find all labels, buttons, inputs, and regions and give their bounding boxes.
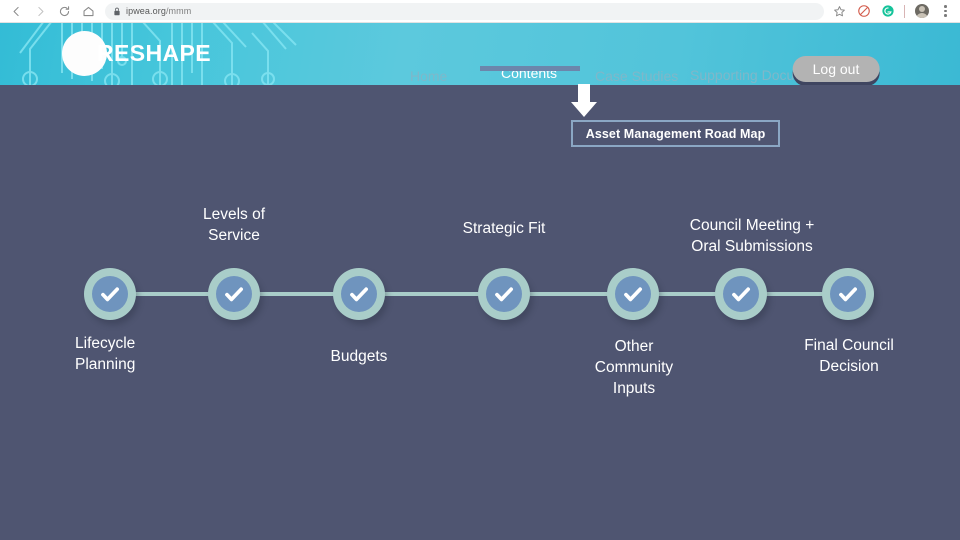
asset-management-roadmap: Lifecycle Planning Levels of Service Bud…	[0, 23, 960, 478]
forward-icon[interactable]	[29, 0, 51, 22]
check-icon	[607, 268, 659, 320]
roadmap-node-1[interactable]	[84, 268, 136, 320]
roadmap-label-5: Other Community Inputs	[594, 338, 674, 397]
toolbar-divider	[904, 4, 905, 18]
check-icon	[715, 268, 767, 320]
home-icon[interactable]	[77, 0, 99, 22]
url-domain: ipwea.org	[126, 6, 166, 16]
avatar-icon[interactable]	[914, 4, 929, 19]
address-bar[interactable]: ipwea.org/mmm	[105, 2, 824, 20]
roadmap-node-4[interactable]	[478, 268, 530, 320]
url-text: ipwea.org/mmm	[126, 6, 191, 16]
roadmap-label-4: Strategic Fit	[462, 220, 546, 237]
roadmap-label-6: Council Meeting + Oral Submissions	[689, 217, 815, 255]
check-icon	[822, 268, 874, 320]
roadmap-node-3[interactable]	[333, 268, 385, 320]
reload-icon[interactable]	[53, 0, 75, 22]
roadmap-label-3: Budgets	[330, 348, 388, 365]
back-icon[interactable]	[5, 0, 27, 22]
roadmap-node-5[interactable]	[607, 268, 659, 320]
roadmap-node-7[interactable]	[822, 268, 874, 320]
check-icon	[84, 268, 136, 320]
star-icon[interactable]	[832, 4, 847, 19]
browser-toolbar: ipwea.org/mmm	[0, 0, 960, 23]
roadmap-label-1: Lifecycle Planning	[75, 335, 136, 373]
roadmap-label-7: Final Council Decision	[804, 337, 894, 375]
kebab-menu-icon[interactable]	[938, 4, 953, 19]
page-body: RESHAPE Home Contents Case Studies Suppo…	[0, 23, 960, 540]
browser-nav-buttons	[0, 0, 99, 22]
lock-icon	[113, 7, 121, 16]
url-path: /mmm	[165, 6, 192, 16]
grammarly-g-icon[interactable]	[880, 4, 895, 19]
no-entry-icon[interactable]	[856, 4, 871, 19]
roadmap-label-2: Levels of Service	[202, 206, 266, 244]
check-icon	[333, 268, 385, 320]
check-icon	[478, 268, 530, 320]
browser-action-icons	[832, 4, 960, 19]
check-icon	[208, 268, 260, 320]
roadmap-node-2[interactable]	[208, 268, 260, 320]
roadmap-node-6[interactable]	[715, 268, 767, 320]
